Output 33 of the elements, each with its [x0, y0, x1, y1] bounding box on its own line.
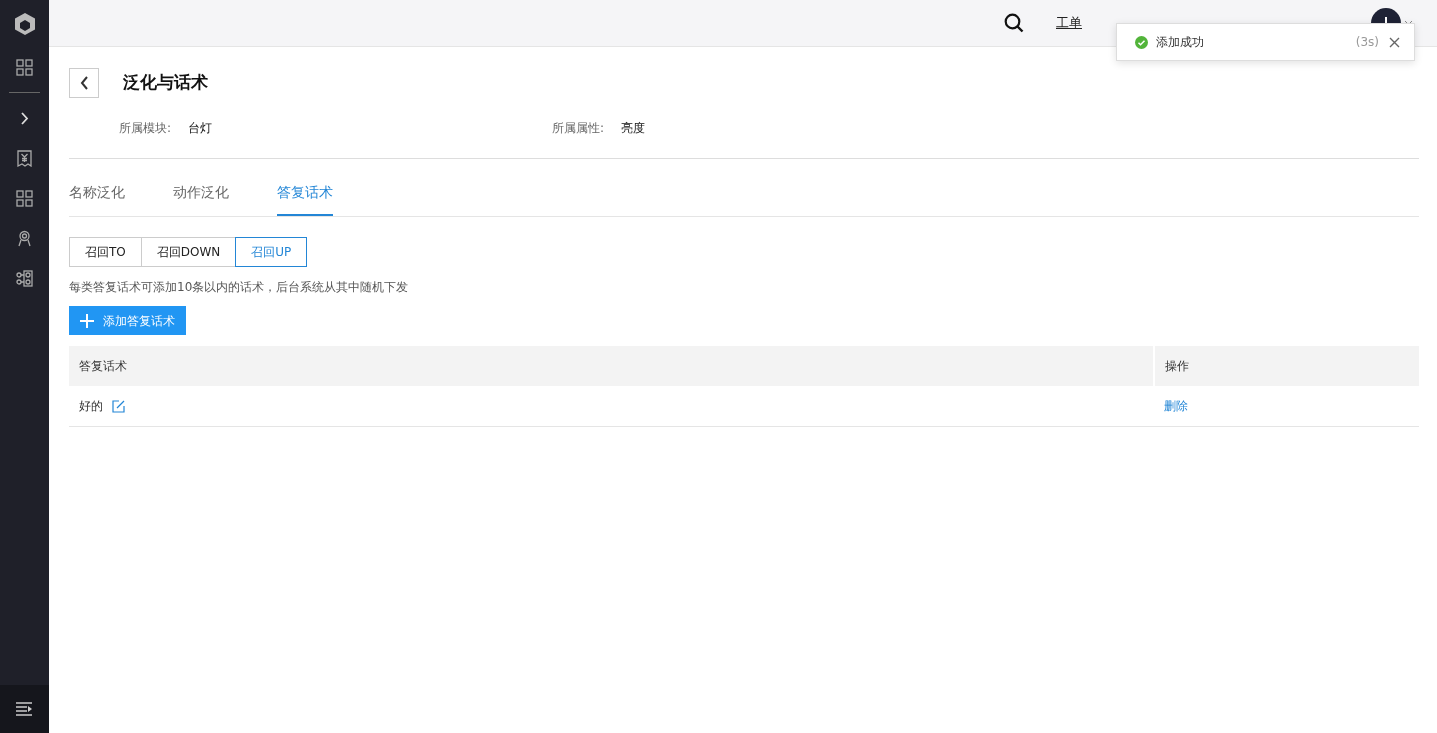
edit-icon[interactable] — [112, 399, 125, 413]
plus-icon — [80, 313, 94, 328]
segment-tab[interactable]: 召回TO — [69, 237, 142, 267]
segment-tab[interactable]: 召回UP — [235, 237, 308, 267]
page-title: 泛化与话术 — [123, 71, 208, 95]
countdown: (3s) — [1355, 34, 1379, 51]
logo-icon — [13, 11, 36, 36]
tab[interactable]: 动作泛化 — [173, 182, 229, 216]
nav-link[interactable]: 工单 — [1056, 13, 1082, 33]
hint-text: 每类答复话术可添加10条以内的话术，后台系统从其中随机下发 — [69, 279, 410, 296]
grid-icon[interactable] — [16, 189, 33, 207]
collapse-menu-icon[interactable] — [16, 702, 33, 716]
toast-message: 添加成功 — [1156, 34, 1204, 51]
field-value: 台灯 — [188, 120, 213, 137]
back-button[interactable] — [69, 68, 99, 98]
segment-tab[interactable]: 召回DOWN — [140, 237, 237, 267]
search-icon[interactable] — [1004, 13, 1024, 33]
column-header: 答复话术 — [69, 346, 1153, 386]
badge-icon[interactable] — [16, 229, 33, 247]
field-label: 所属属性: — [552, 120, 605, 137]
column-header: 操作 — [1155, 346, 1419, 386]
field-label: 所属模块: — [119, 120, 172, 137]
delete-link[interactable]: 删除 — [1164, 397, 1419, 415]
success-icon — [1135, 35, 1148, 49]
tab[interactable]: 名称泛化 — [69, 182, 125, 216]
chevron-left-icon — [79, 76, 89, 90]
receipt-icon[interactable] — [16, 149, 33, 167]
tab[interactable]: 答复话术 — [277, 182, 333, 216]
table-cell-text: 好的 — [79, 398, 103, 415]
field-value: 亮度 — [621, 120, 646, 137]
close-icon[interactable] — [1389, 36, 1400, 48]
network-icon[interactable] — [16, 269, 33, 287]
grid-icon[interactable] — [16, 58, 33, 76]
